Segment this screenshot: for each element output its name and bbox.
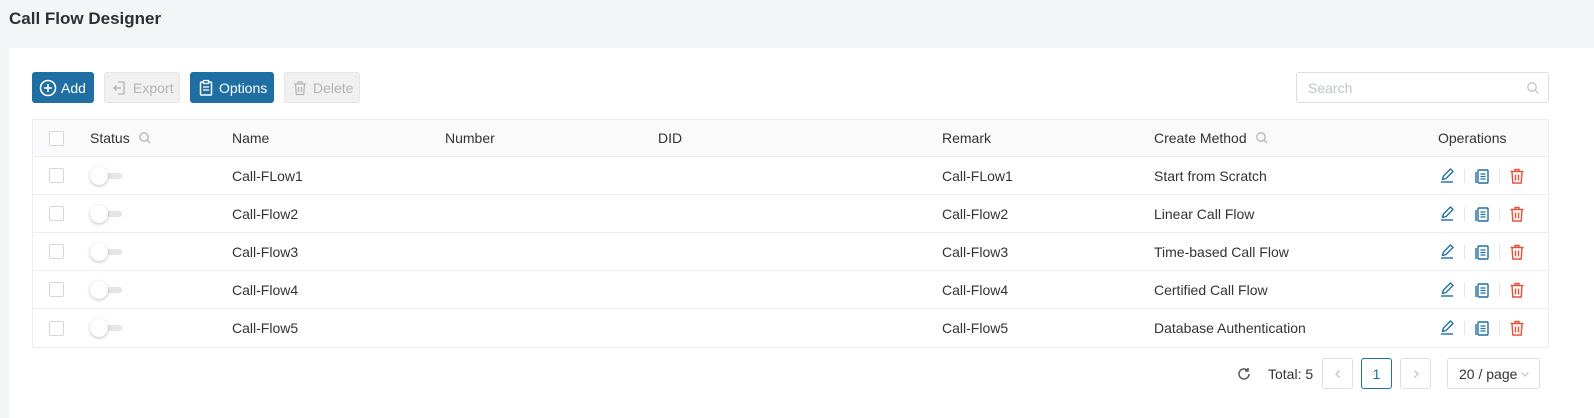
table-body: Call-FLow1 Call-FLow1 Start from Scratch… (33, 157, 1548, 347)
status-toggle[interactable] (90, 204, 122, 224)
row-create-method: Linear Call Flow (1154, 205, 1255, 222)
status-filter-search-icon[interactable] (138, 131, 152, 145)
call-flow-table: Status Name Number DID Remark Create Met… (32, 119, 1549, 348)
add-button[interactable]: Add (32, 72, 94, 103)
row-name: Call-Flow2 (232, 205, 299, 222)
chevron-down-icon (1521, 371, 1530, 377)
column-header-create-method: Create Method (1154, 130, 1247, 146)
next-page-button[interactable] (1400, 358, 1431, 389)
row-operations (1438, 157, 1526, 194)
delete-button-label: Delete (313, 79, 354, 96)
plus-circle-icon (39, 79, 57, 97)
row-checkbox[interactable] (49, 206, 64, 221)
row-operations (1438, 195, 1526, 232)
row-create-method: Time-based Call Flow (1154, 243, 1289, 260)
options-button[interactable]: Options (190, 72, 274, 103)
trash-icon[interactable] (1508, 205, 1526, 223)
row-operations (1438, 233, 1526, 270)
status-toggle[interactable] (90, 166, 122, 186)
select-all-checkbox[interactable] (49, 130, 64, 146)
export-icon (111, 79, 129, 97)
add-button-label: Add (61, 79, 86, 96)
options-button-label: Options (219, 79, 268, 96)
row-create-method: Start from Scratch (1154, 167, 1267, 184)
search-input[interactable] (1297, 79, 1518, 96)
row-remark: Call-FLow1 (942, 167, 1013, 184)
trash-icon[interactable] (1508, 167, 1526, 185)
row-remark: Call-Flow5 (942, 320, 1009, 336)
column-header-name: Name (232, 130, 270, 146)
page-size-value: 20 / page (1459, 365, 1518, 382)
prev-page-button[interactable] (1322, 358, 1353, 389)
copy-icon[interactable] (1473, 319, 1491, 337)
chevron-right-icon (1413, 369, 1419, 378)
search-box (1296, 72, 1549, 103)
copy-icon[interactable] (1473, 243, 1491, 261)
row-create-method: Database Authentication (1154, 320, 1306, 336)
row-checkbox[interactable] (49, 320, 64, 336)
trash-icon (291, 79, 309, 97)
table-row: Call-Flow4 Call-Flow4 Certified Call Flo… (33, 271, 1548, 309)
table-row: Call-Flow3 Call-Flow3 Time-based Call Fl… (33, 233, 1548, 271)
row-remark: Call-Flow3 (942, 243, 1009, 260)
status-toggle[interactable] (90, 318, 122, 338)
page-title: Call Flow Designer (9, 9, 162, 28)
row-operations (1438, 271, 1526, 308)
row-remark: Call-Flow4 (942, 281, 1009, 298)
status-toggle[interactable] (90, 242, 122, 262)
search-icon[interactable] (1518, 81, 1548, 95)
table-row: Call-Flow5 Call-Flow5 Database Authentic… (33, 309, 1548, 347)
row-checkbox[interactable] (49, 168, 64, 183)
page-number-button[interactable]: 1 (1361, 358, 1392, 389)
refresh-icon[interactable] (1236, 358, 1252, 389)
edit-pencil-icon[interactable] (1438, 167, 1456, 185)
export-button-label: Export (133, 79, 174, 96)
copy-icon[interactable] (1473, 281, 1491, 299)
row-remark: Call-Flow2 (942, 205, 1009, 222)
trash-icon[interactable] (1508, 281, 1526, 299)
row-checkbox[interactable] (49, 282, 64, 297)
edit-pencil-icon[interactable] (1438, 205, 1456, 223)
table-row: Call-Flow2 Call-Flow2 Linear Call Flow (33, 195, 1548, 233)
row-name: Call-FLow1 (232, 167, 303, 184)
edit-pencil-icon[interactable] (1438, 281, 1456, 299)
row-name: Call-Flow5 (232, 320, 299, 336)
pagination: Total: 5 1 20 / page (9, 358, 1549, 389)
table-row: Call-FLow1 Call-FLow1 Start from Scratch (33, 157, 1548, 195)
main-panel: Add Export Options Delete Search Status … (9, 48, 1594, 418)
create-method-filter-search-icon[interactable] (1255, 131, 1269, 145)
edit-pencil-icon[interactable] (1438, 319, 1456, 337)
export-button[interactable]: Export (104, 72, 180, 103)
total-count: Total: 5 (1268, 365, 1314, 382)
row-name: Call-Flow4 (232, 281, 299, 298)
toolbar: Add Export Options Delete (32, 72, 360, 103)
row-checkbox[interactable] (49, 244, 64, 259)
row-operations (1438, 309, 1526, 347)
column-header-operations: Operations (1438, 130, 1507, 146)
row-create-method: Certified Call Flow (1154, 281, 1268, 298)
row-name: Call-Flow3 (232, 243, 299, 260)
column-header-remark: Remark (942, 130, 992, 146)
chevron-left-icon (1334, 369, 1340, 378)
page-size-select[interactable]: 20 / page (1447, 358, 1540, 389)
column-header-number: Number (445, 130, 495, 146)
copy-icon[interactable] (1473, 205, 1491, 223)
column-header-did: DID (658, 130, 683, 146)
trash-icon[interactable] (1508, 243, 1526, 261)
delete-button[interactable]: Delete (284, 72, 360, 103)
table-header: Status Name Number DID Remark Create Met… (33, 120, 1548, 157)
column-header-status: Status (90, 130, 130, 146)
copy-icon[interactable] (1473, 167, 1491, 185)
edit-pencil-icon[interactable] (1438, 243, 1456, 261)
status-toggle[interactable] (90, 280, 122, 300)
clipboard-icon (197, 79, 215, 97)
trash-icon[interactable] (1508, 319, 1526, 337)
